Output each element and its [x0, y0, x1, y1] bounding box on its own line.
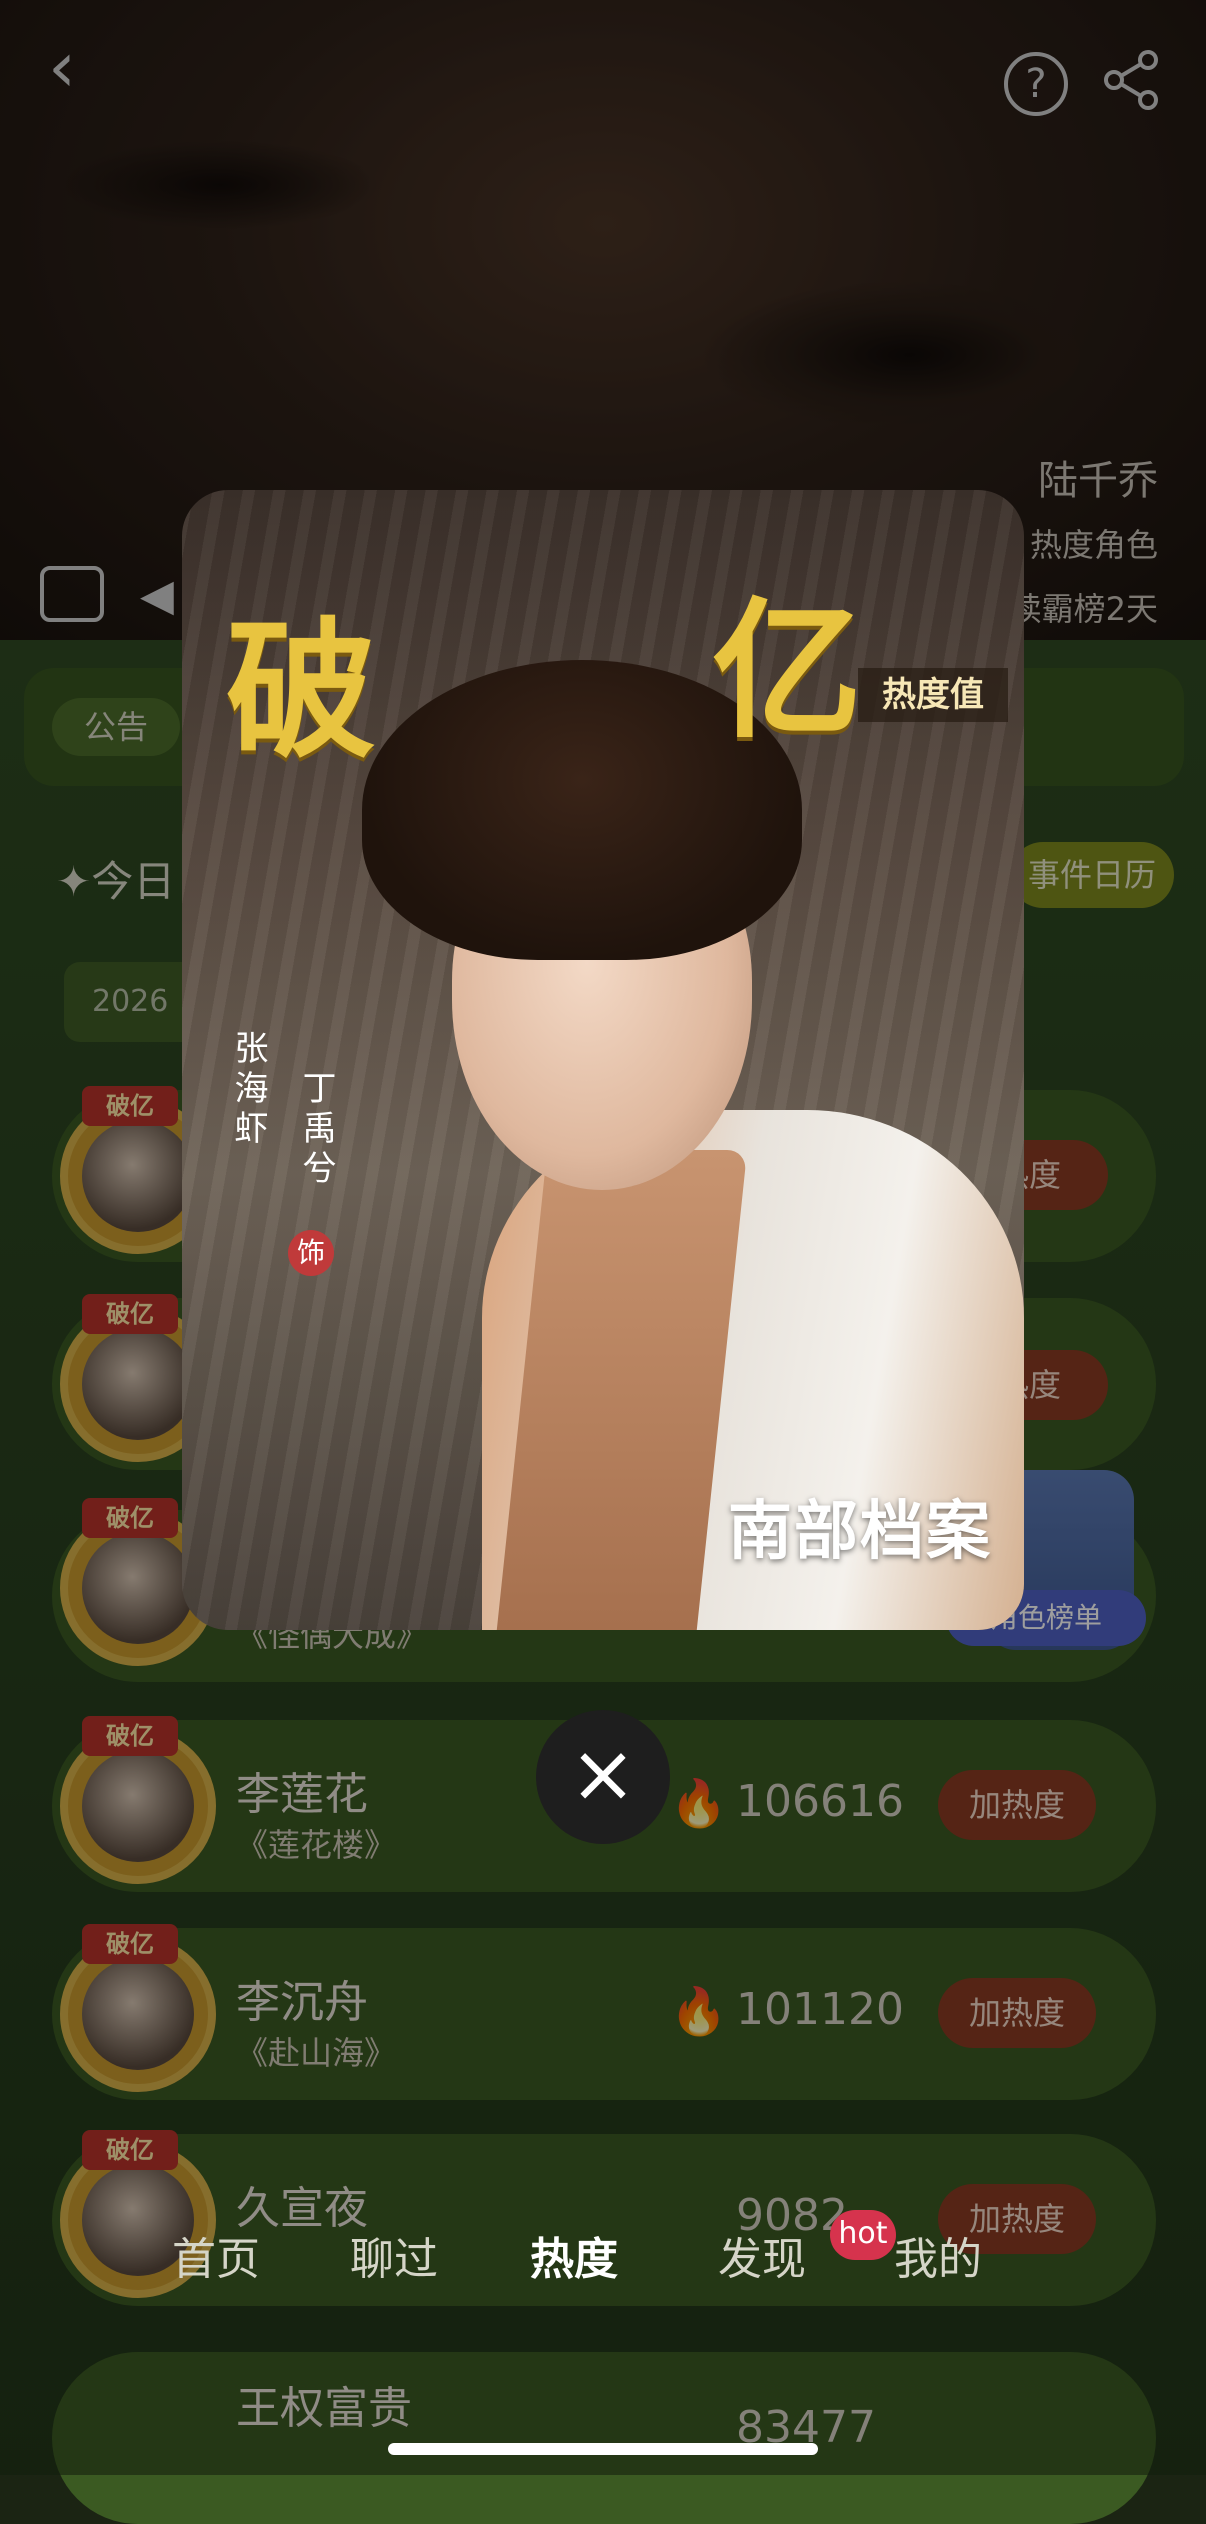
tab-discover[interactable]: 发现 — [682, 2200, 842, 2320]
role-seal: 饰 — [288, 1230, 334, 1276]
poster-title-left: 破 — [226, 603, 381, 779]
tab-heat[interactable]: 热度 — [494, 2200, 654, 2320]
show-logo: 南部档案 — [728, 1494, 992, 1569]
heat-value-tag: 热度值 — [858, 668, 1008, 722]
poster-title-right: 亿 — [712, 583, 867, 759]
actor-name: 张海虾 — [228, 1030, 268, 1150]
tab-chats[interactable]: 聊过 — [314, 2200, 474, 2320]
tab-home[interactable]: 首页 — [136, 2200, 296, 2320]
hundred-million-popup: 破 亿 热度值 张海虾 丁禹兮 饰 南部档案 — [182, 490, 1024, 1630]
bottom-nav: 首页 聊过 热度 发现 我的 — [52, 2200, 1156, 2320]
close-icon[interactable]: × — [536, 1710, 670, 1844]
hot-badge: hot — [830, 2210, 896, 2260]
home-indicator[interactable] — [388, 2443, 818, 2455]
role-name: 丁禹兮 — [296, 1070, 336, 1190]
